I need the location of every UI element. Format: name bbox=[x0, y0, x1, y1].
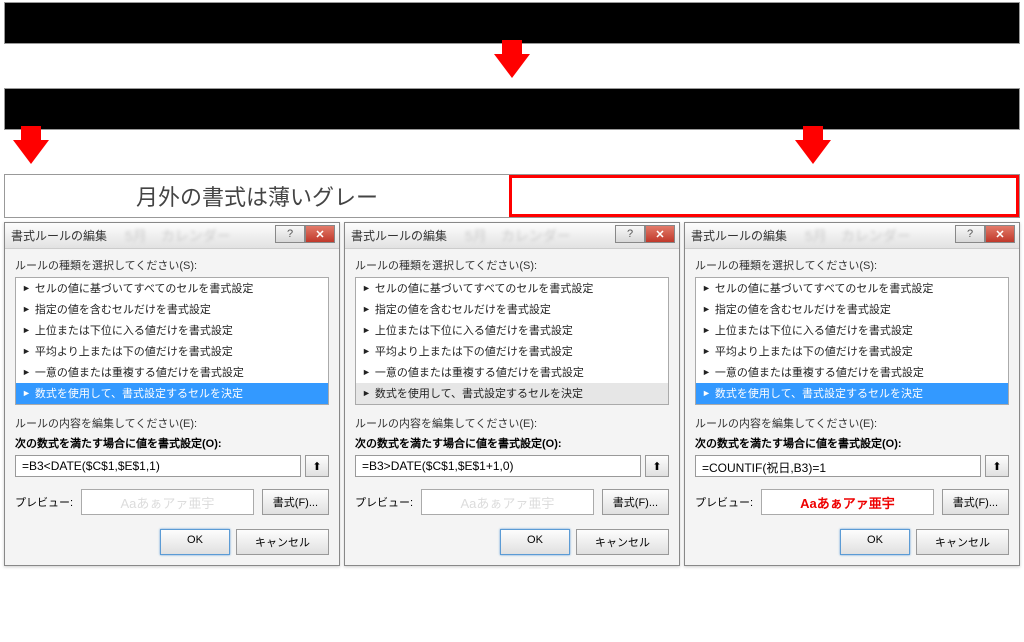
arrow-row-1 bbox=[0, 46, 1024, 86]
bullet-icon: ► bbox=[702, 346, 711, 356]
dialog-titlebar[interactable]: 書式ルールの編集 5月 カレンダー ? ✕ bbox=[345, 223, 679, 249]
background-blur-text: 5月 カレンダー bbox=[805, 226, 911, 246]
rule-type-list[interactable]: ►セルの値に基づいてすべてのセルを書式設定 ►指定の値を含むセルだけを書式設定 … bbox=[695, 277, 1009, 405]
rule-edit-label: ルールの内容を編集してください(E): bbox=[355, 415, 669, 431]
bullet-icon: ► bbox=[362, 367, 371, 377]
label-row: 月外の書式は薄いグレー bbox=[4, 174, 1020, 218]
rule-type-item[interactable]: ►平均より上または下の値だけを書式設定 bbox=[696, 341, 1008, 362]
rule-type-item-selected[interactable]: ►数式を使用して、書式設定するセルを決定 bbox=[696, 383, 1008, 404]
rule-type-item[interactable]: ►上位または下位に入る値だけを書式設定 bbox=[356, 320, 668, 341]
formula-input[interactable]: =B3<DATE($C$1,$E$1,1) bbox=[15, 455, 301, 477]
rule-type-item[interactable]: ►一意の値または重複する値だけを書式設定 bbox=[16, 362, 328, 383]
cancel-button[interactable]: キャンセル bbox=[576, 529, 669, 555]
rule-type-item[interactable]: ►平均より上または下の値だけを書式設定 bbox=[16, 341, 328, 362]
bullet-icon: ► bbox=[702, 325, 711, 335]
formula-label: 次の数式を満たす場合に値を書式設定(O): bbox=[355, 435, 669, 451]
close-button[interactable]: ✕ bbox=[305, 225, 335, 243]
rule-type-item[interactable]: ►セルの値に基づいてすべてのセルを書式設定 bbox=[16, 278, 328, 299]
bullet-icon: ► bbox=[702, 283, 711, 293]
dialog-title: 書式ルールの編集 bbox=[351, 227, 447, 244]
preview-box: Aaあぁアァ亜宇 bbox=[761, 489, 934, 515]
range-selector-button[interactable]: ⬆ bbox=[985, 455, 1009, 477]
ok-button[interactable]: OK bbox=[160, 529, 230, 555]
banner-top bbox=[4, 2, 1020, 44]
dialog-titlebar[interactable]: 書式ルールの編集 5月 カレンダー ? ✕ bbox=[685, 223, 1019, 249]
rule-type-label: ルールの種類を選択してください(S): bbox=[695, 257, 1009, 273]
bullet-icon: ► bbox=[22, 388, 31, 398]
formula-label: 次の数式を満たす場合に値を書式設定(O): bbox=[15, 435, 329, 451]
preview-label: プレビュー: bbox=[355, 494, 413, 510]
range-selector-button[interactable]: ⬆ bbox=[645, 455, 669, 477]
ok-button[interactable]: OK bbox=[840, 529, 910, 555]
rule-type-item[interactable]: ►指定の値を含むセルだけを書式設定 bbox=[356, 299, 668, 320]
ok-button[interactable]: OK bbox=[500, 529, 570, 555]
dialog-title: 書式ルールの編集 bbox=[11, 227, 107, 244]
rule-edit-label: ルールの内容を編集してください(E): bbox=[15, 415, 329, 431]
preview-box: Aaあぁアァ亜宇 bbox=[81, 489, 254, 515]
rule-type-item[interactable]: ►指定の値を含むセルだけを書式設定 bbox=[16, 299, 328, 320]
dialog-title: 書式ルールの編集 bbox=[691, 227, 787, 244]
rule-edit-label: ルールの内容を編集してください(E): bbox=[695, 415, 1009, 431]
help-button[interactable]: ? bbox=[955, 225, 985, 243]
bullet-icon: ► bbox=[22, 367, 31, 377]
banner-mid bbox=[4, 88, 1020, 130]
bullet-icon: ► bbox=[702, 367, 711, 377]
format-button[interactable]: 書式(F)... bbox=[262, 489, 329, 515]
rule-type-list[interactable]: ►セルの値に基づいてすべてのセルを書式設定 ►指定の値を含むセルだけを書式設定 … bbox=[355, 277, 669, 405]
rule-type-item[interactable]: ►一意の値または重複する値だけを書式設定 bbox=[356, 362, 668, 383]
formula-input[interactable]: =COUNTIF(祝日,B3)=1 bbox=[695, 455, 981, 477]
format-button[interactable]: 書式(F)... bbox=[942, 489, 1009, 515]
bullet-icon: ► bbox=[22, 346, 31, 356]
bullet-icon: ► bbox=[22, 304, 31, 314]
label-right bbox=[509, 175, 1019, 217]
rule-type-item-selected[interactable]: ►数式を使用して、書式設定するセルを決定 bbox=[356, 383, 668, 404]
bullet-icon: ► bbox=[702, 388, 711, 398]
help-button[interactable]: ? bbox=[275, 225, 305, 243]
bullet-icon: ► bbox=[22, 283, 31, 293]
rule-type-item[interactable]: ►指定の値を含むセルだけを書式設定 bbox=[696, 299, 1008, 320]
rule-type-item[interactable]: ►平均より上または下の値だけを書式設定 bbox=[356, 341, 668, 362]
label-left: 月外の書式は薄いグレー bbox=[5, 175, 509, 217]
rule-type-item[interactable]: ►一意の値または重複する値だけを書式設定 bbox=[696, 362, 1008, 383]
format-button[interactable]: 書式(F)... bbox=[602, 489, 669, 515]
rule-type-list[interactable]: ►セルの値に基づいてすべてのセルを書式設定 ►指定の値を含むセルだけを書式設定 … bbox=[15, 277, 329, 405]
preview-box: Aaあぁアァ亜宇 bbox=[421, 489, 594, 515]
arrow-down-icon bbox=[795, 140, 831, 164]
preview-label: プレビュー: bbox=[695, 494, 753, 510]
cancel-button[interactable]: キャンセル bbox=[916, 529, 1009, 555]
bullet-icon: ► bbox=[362, 346, 371, 356]
arrow-down-icon bbox=[494, 54, 530, 78]
rule-type-item[interactable]: ►セルの値に基づいてすべてのセルを書式設定 bbox=[696, 278, 1008, 299]
background-blur-text: 5月 カレンダー bbox=[125, 226, 231, 246]
rule-type-label: ルールの種類を選択してください(S): bbox=[15, 257, 329, 273]
rule-type-label: ルールの種類を選択してください(S): bbox=[355, 257, 669, 273]
formula-input[interactable]: =B3>DATE($C$1,$E$1+1,0) bbox=[355, 455, 641, 477]
rule-type-item[interactable]: ►上位または下位に入る値だけを書式設定 bbox=[16, 320, 328, 341]
bullet-icon: ► bbox=[22, 325, 31, 335]
bullet-icon: ► bbox=[362, 325, 371, 335]
format-rule-dialog: 書式ルールの編集 5月 カレンダー ? ✕ ルールの種類を選択してください(S)… bbox=[344, 222, 680, 566]
arrow-down-icon bbox=[13, 140, 49, 164]
arrow-row-2 bbox=[0, 132, 1024, 172]
format-rule-dialog: 書式ルールの編集 5月 カレンダー ? ✕ ルールの種類を選択してください(S)… bbox=[684, 222, 1020, 566]
dialog-titlebar[interactable]: 書式ルールの編集 5月 カレンダー ? ✕ bbox=[5, 223, 339, 249]
rule-type-item[interactable]: ►セルの値に基づいてすべてのセルを書式設定 bbox=[356, 278, 668, 299]
preview-label: プレビュー: bbox=[15, 494, 73, 510]
bullet-icon: ► bbox=[362, 304, 371, 314]
dialog-row: 書式ルールの編集 5月 カレンダー ? ✕ ルールの種類を選択してください(S)… bbox=[0, 220, 1024, 568]
close-button[interactable]: ✕ bbox=[985, 225, 1015, 243]
format-rule-dialog: 書式ルールの編集 5月 カレンダー ? ✕ ルールの種類を選択してください(S)… bbox=[4, 222, 340, 566]
rule-type-item-selected[interactable]: ►数式を使用して、書式設定するセルを決定 bbox=[16, 383, 328, 404]
formula-label: 次の数式を満たす場合に値を書式設定(O): bbox=[695, 435, 1009, 451]
close-button[interactable]: ✕ bbox=[645, 225, 675, 243]
bullet-icon: ► bbox=[702, 304, 711, 314]
range-selector-button[interactable]: ⬆ bbox=[305, 455, 329, 477]
background-blur-text: 5月 カレンダー bbox=[465, 226, 571, 246]
rule-type-item[interactable]: ►上位または下位に入る値だけを書式設定 bbox=[696, 320, 1008, 341]
bullet-icon: ► bbox=[362, 388, 371, 398]
cancel-button[interactable]: キャンセル bbox=[236, 529, 329, 555]
bullet-icon: ► bbox=[362, 283, 371, 293]
help-button[interactable]: ? bbox=[615, 225, 645, 243]
